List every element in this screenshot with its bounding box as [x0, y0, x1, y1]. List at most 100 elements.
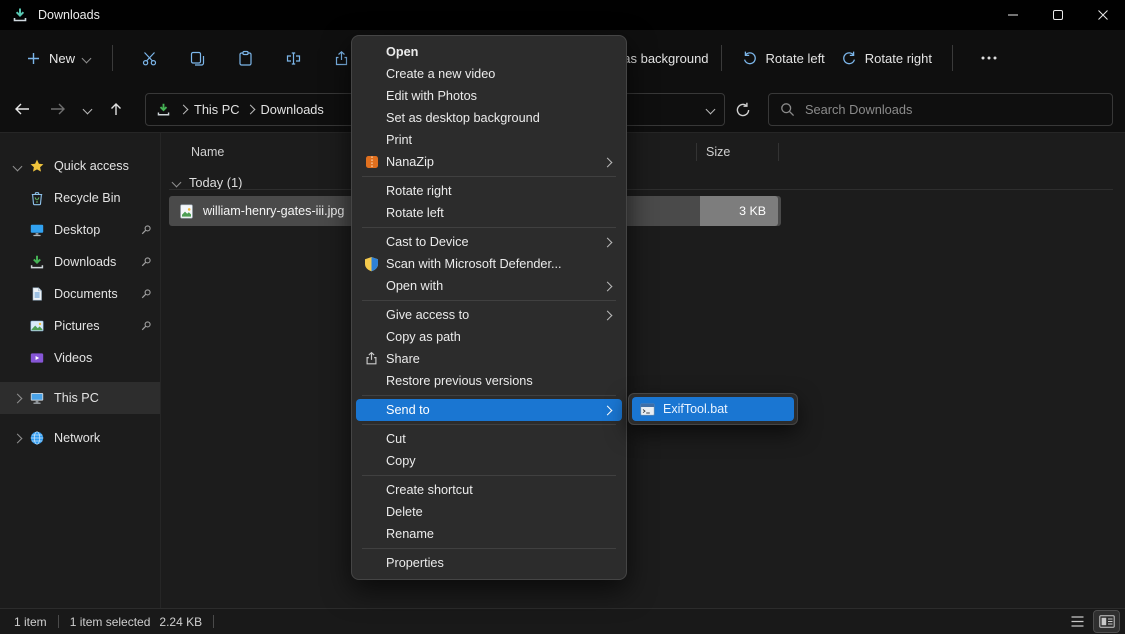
view-switcher [1065, 611, 1119, 632]
expand-chevron-icon[interactable] [8, 163, 26, 170]
sidebar-item-label: Videos [54, 351, 92, 365]
sidebar-item-downloads[interactable]: Downloads [0, 246, 160, 278]
file-size: 3 KB [700, 196, 778, 226]
menu-item-label: Send to [386, 403, 430, 417]
rename-button[interactable] [274, 41, 312, 75]
up-arrow-icon [108, 101, 124, 117]
breadcrumb-downloads[interactable]: Downloads [261, 102, 324, 117]
address-dropdown-chevron[interactable] [706, 105, 716, 115]
menu-item-label: Scan with Microsoft Defender... [386, 257, 562, 271]
downloads-folder-icon [12, 7, 28, 23]
up-button[interactable] [102, 95, 130, 123]
rename-icon [285, 50, 302, 67]
breadcrumb-this-pc[interactable]: This PC [194, 102, 240, 117]
menu-item-label: Cast to Device [386, 235, 469, 249]
sidebar-item-this-pc[interactable]: This PC [0, 382, 160, 414]
documents-icon [29, 286, 45, 302]
column-divider[interactable] [778, 143, 779, 161]
menu-divider [362, 424, 616, 425]
sidebar-item-label: This PC [54, 391, 99, 405]
cut-button[interactable] [130, 41, 168, 75]
menu-item-delete[interactable]: Delete [356, 501, 622, 523]
status-divider [58, 615, 59, 628]
paste-button[interactable] [226, 41, 264, 75]
menu-item-copy-as-path[interactable]: Copy as path [356, 326, 622, 348]
menu-item-rotate-left[interactable]: Rotate left [356, 202, 622, 224]
group-divider [169, 189, 1113, 190]
submenu-chevron-icon [603, 406, 613, 416]
submenu-chevron-icon [603, 238, 613, 248]
menu-item-label: NanaZip [386, 155, 434, 169]
see-more-button[interactable] [970, 41, 1008, 75]
menu-item-label: Cut [386, 432, 406, 446]
menu-item-set-as-desktop-background[interactable]: Set as desktop background [356, 107, 622, 129]
refresh-button[interactable] [729, 97, 757, 123]
recent-locations-button[interactable] [76, 95, 98, 123]
column-header-name[interactable]: Name [191, 145, 224, 159]
group-header-today[interactable]: Today (1) [173, 175, 242, 190]
chevron-down-icon [82, 53, 92, 63]
maximize-button[interactable] [1035, 0, 1080, 30]
menu-item-create-shortcut[interactable]: Create shortcut [356, 479, 622, 501]
menu-item-cut[interactable]: Cut [356, 428, 622, 450]
column-header-size[interactable]: Size [706, 145, 730, 159]
menu-item-give-access-to[interactable]: Give access to [356, 304, 622, 326]
menu-item-label: Rotate right [386, 184, 452, 198]
menu-item-open[interactable]: Open [356, 41, 622, 63]
menu-item-print[interactable]: Print [356, 129, 622, 151]
sidebar-item-network[interactable]: Network [0, 422, 160, 454]
minimize-button[interactable] [990, 0, 1035, 30]
menu-item-share[interactable]: Share [356, 348, 622, 370]
submenu-item-exiftool[interactable]: ExifTool.bat [632, 397, 794, 421]
pin-icon [140, 288, 152, 300]
minimize-icon [1008, 10, 1018, 20]
menu-item-send-to[interactable]: Send to [356, 399, 622, 421]
menu-item-label: Open with [386, 279, 443, 293]
menu-item-properties[interactable]: Properties [356, 552, 622, 574]
expand-chevron-icon[interactable] [8, 395, 26, 402]
sidebar-item-pictures[interactable]: Pictures [0, 310, 160, 342]
menu-item-rename[interactable]: Rename [356, 523, 622, 545]
search-input[interactable] [768, 93, 1113, 126]
new-button[interactable]: New [16, 44, 100, 73]
menu-item-create-new-video[interactable]: Create a new video [356, 63, 622, 85]
menu-item-rotate-right[interactable]: Rotate right [356, 180, 622, 202]
rotate-right-button[interactable]: Rotate right [833, 43, 940, 73]
menu-item-copy[interactable]: Copy [356, 450, 622, 472]
back-button[interactable] [8, 95, 36, 123]
navigation-pane: Quick access Recycle Bin Desktop Downlo [0, 133, 160, 608]
large-thumbnails-view-button[interactable] [1094, 611, 1119, 632]
defender-shield-icon [364, 256, 379, 272]
expand-chevron-icon[interactable] [8, 435, 26, 442]
column-divider[interactable] [696, 143, 697, 161]
forward-button[interactable] [44, 95, 72, 123]
title-bar[interactable]: Downloads [0, 0, 1125, 30]
selection-size: 2.24 KB [159, 615, 202, 629]
menu-divider [362, 548, 616, 549]
send-to-submenu: ExifTool.bat [628, 393, 798, 425]
close-button[interactable] [1080, 0, 1125, 30]
details-view-button[interactable] [1065, 611, 1090, 632]
sidebar-item-videos[interactable]: Videos [0, 342, 160, 374]
maximize-icon [1053, 10, 1063, 20]
menu-item-nanazip[interactable]: NanaZip [356, 151, 622, 173]
sidebar-item-recycle-bin[interactable]: Recycle Bin [0, 182, 160, 214]
submenu-item-label: ExifTool.bat [663, 402, 728, 416]
menu-item-scan-with-defender[interactable]: Scan with Microsoft Defender... [356, 253, 622, 275]
sidebar-item-label: Desktop [54, 223, 100, 237]
menu-item-edit-with-photos[interactable]: Edit with Photos [356, 85, 622, 107]
videos-icon [29, 350, 45, 366]
ellipsis-icon [981, 56, 997, 60]
sidebar-item-quick-access[interactable]: Quick access [0, 150, 160, 182]
copy-button[interactable] [178, 41, 216, 75]
sidebar-item-desktop[interactable]: Desktop [0, 214, 160, 246]
menu-item-label: Open [386, 45, 418, 59]
rotate-left-button[interactable]: Rotate left [734, 43, 833, 73]
menu-item-cast-to-device[interactable]: Cast to Device [356, 231, 622, 253]
back-arrow-icon [13, 101, 31, 117]
downloads-location-icon [156, 102, 171, 117]
menu-item-open-with[interactable]: Open with [356, 275, 622, 297]
sidebar-item-documents[interactable]: Documents [0, 278, 160, 310]
menu-item-restore-previous-versions[interactable]: Restore previous versions [356, 370, 622, 392]
menu-item-label: Restore previous versions [386, 374, 533, 388]
